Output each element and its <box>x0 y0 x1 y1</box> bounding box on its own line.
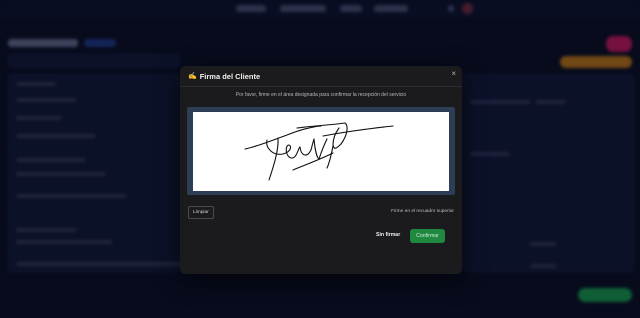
field-value <box>16 158 86 162</box>
close-button[interactable]: × <box>451 69 456 78</box>
field-value <box>16 172 106 176</box>
field-value <box>16 98 76 102</box>
nav-link[interactable] <box>236 5 266 12</box>
save-button[interactable] <box>578 288 632 302</box>
action-button[interactable] <box>606 36 632 52</box>
clear-button[interactable]: Limpiar <box>188 206 214 219</box>
signature-drawing <box>244 122 394 181</box>
modal-title: ✍ Firma del Cliente <box>188 72 260 81</box>
top-navigation-bar <box>0 0 640 18</box>
modal-description: Por favor, firme en el área designada pa… <box>235 92 407 98</box>
field-value <box>16 194 126 198</box>
signature-modal: ✍ Firma del Cliente × Por favor, firme e… <box>180 66 462 274</box>
signature-frame <box>187 107 455 195</box>
nav-link[interactable] <box>280 5 326 12</box>
nav-link[interactable] <box>340 5 362 12</box>
notification-icon[interactable] <box>448 5 454 12</box>
writing-hand-icon: ✍ <box>188 73 197 80</box>
field-value <box>536 100 566 104</box>
field-label <box>16 116 62 120</box>
field-label <box>470 152 510 156</box>
signature-hint: Firme en el recuadro superior <box>391 209 454 214</box>
field-value <box>530 264 556 268</box>
field-label <box>16 228 76 232</box>
nav-link[interactable] <box>374 5 408 12</box>
divider <box>180 86 462 87</box>
action-button[interactable] <box>560 56 632 68</box>
avatar[interactable] <box>462 3 473 14</box>
field-value <box>16 240 112 244</box>
confirm-button[interactable]: Confirmar <box>410 229 445 243</box>
field-value <box>470 100 530 104</box>
field-value <box>16 262 206 266</box>
skip-signature-button[interactable]: Sin firmar <box>376 232 400 238</box>
field-label <box>16 82 56 86</box>
page-title <box>8 39 78 47</box>
field-value <box>530 242 556 246</box>
modal-title-text: Firma del Cliente <box>199 72 261 81</box>
signature-canvas[interactable] <box>193 112 449 191</box>
status-badge <box>84 39 116 47</box>
tab-bar <box>8 54 180 68</box>
field-value <box>16 134 96 138</box>
